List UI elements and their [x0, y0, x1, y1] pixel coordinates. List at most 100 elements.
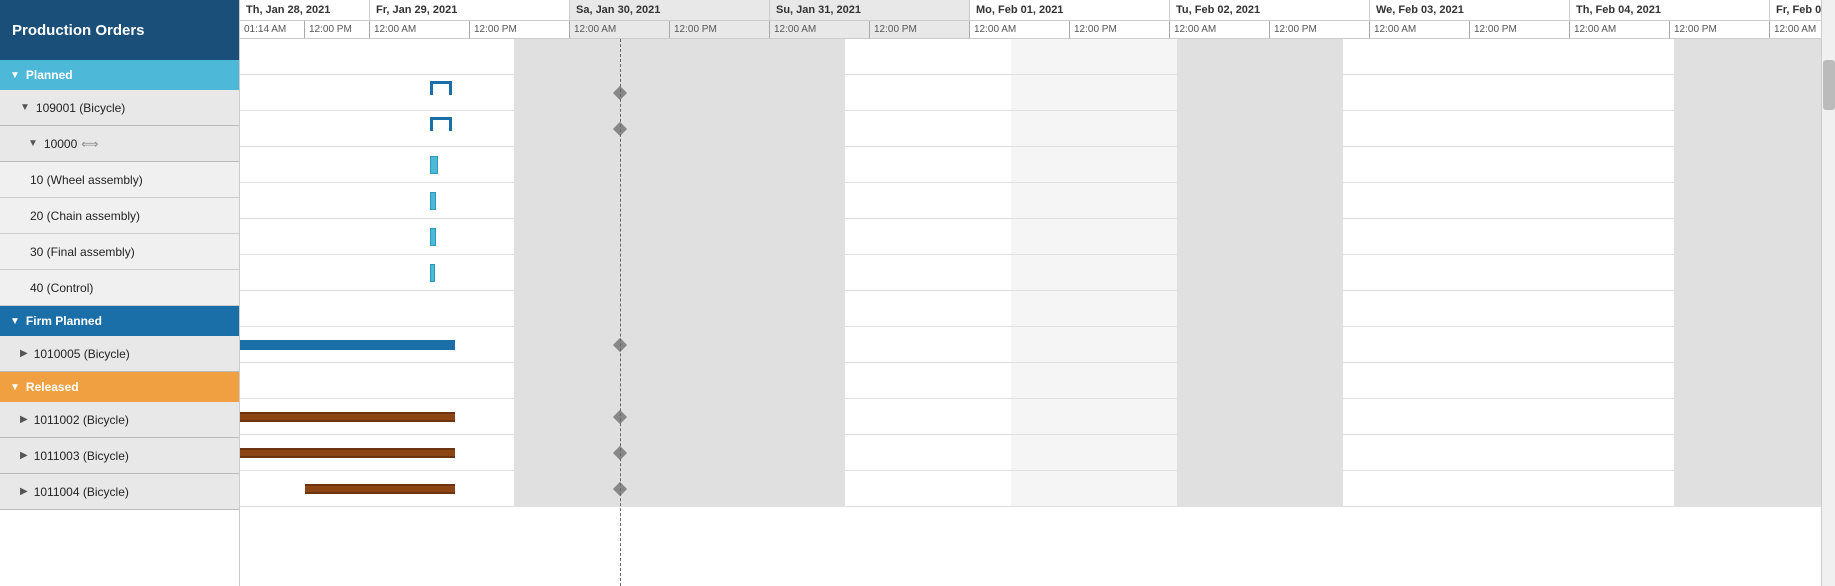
bg-sat2: [1674, 75, 1835, 110]
order-label-op10: 10 (Wheel assembly): [30, 173, 143, 187]
order-label-10000: 10000: [44, 137, 77, 151]
bg-sun-op30: [679, 219, 845, 254]
bg-tue: [1011, 75, 1177, 110]
page-title: Production Orders: [0, 0, 239, 60]
bg-wed-op40: [1177, 255, 1343, 290]
bar-1011004: [305, 484, 455, 494]
gantt-inner: Th, Jan 28, 2021 Fr, Jan 29, 2021 Sa, Ja…: [240, 0, 1835, 586]
time-cell-sun-12pm: 12:00 PM: [870, 21, 970, 38]
order-row-op40[interactable]: 40 (Control): [0, 270, 239, 306]
bg-tue-work: [1011, 39, 1177, 74]
time-cell-sat-12am: 12:00 AM: [570, 21, 670, 38]
bg-sun-10000: [679, 111, 845, 146]
bg-thu-op40: [240, 255, 348, 290]
time-cell-tue-12pm: 12:00 PM: [1270, 21, 1370, 38]
bg-thu-op10: [240, 147, 348, 182]
gantt-panel[interactable]: Th, Jan 28, 2021 Fr, Jan 29, 2021 Sa, Ja…: [240, 0, 1835, 586]
time-label-mon-12am: 12:00 AM: [974, 24, 1016, 35]
time-cell-tue-12am: 12:00 AM: [1170, 21, 1270, 38]
group-header-planned[interactable]: ▼ Planned: [0, 60, 239, 90]
bg-sat-op10: [514, 147, 680, 182]
time-label-tue-12am: 12:00 AM: [1174, 24, 1216, 35]
bg-sat-op20: [514, 183, 680, 218]
expand-icon-1010005: ▶: [20, 348, 28, 359]
order-row-10000[interactable]: ▼ 10000 ⟺: [0, 126, 239, 162]
order-label-1011003: 1011003 (Bicycle): [34, 449, 129, 463]
gantt-bg-op30: [240, 219, 1835, 254]
order-row-1011004[interactable]: ▶ 1011004 (Bicycle): [0, 474, 239, 510]
group-header-released[interactable]: ▼ Released: [0, 372, 239, 402]
gantt-bg-10000: [240, 111, 1835, 146]
bg-wed-op30: [1177, 219, 1343, 254]
gantt-bg-op10: [240, 147, 1835, 182]
order-row-op20[interactable]: 20 (Chain assembly): [0, 198, 239, 234]
gantt-row-1010005: [240, 327, 1835, 363]
bg-thu2-10000: [1343, 111, 1509, 146]
order-label-op40: 40 (Control): [30, 281, 93, 295]
time-cell-thu2-12pm: 12:00 PM: [1670, 21, 1770, 38]
order-row-op10[interactable]: 10 (Wheel assembly): [0, 162, 239, 198]
bg-mon: [845, 75, 1011, 110]
bg-sat2-10000: [1674, 111, 1835, 146]
bg-fri2: [1508, 75, 1674, 110]
time-label-tue-12pm: 12:00 PM: [1274, 24, 1317, 35]
expand-icon-1011004: ▶: [20, 486, 28, 497]
vertical-scrollbar[interactable]: [1821, 0, 1835, 586]
time-cell-mon-12pm: 12:00 PM: [1070, 21, 1170, 38]
time-label-fri-12pm: 12:00 PM: [474, 24, 517, 35]
gantt-row-planned-group: [240, 39, 1835, 75]
gantt-row-firm-planned-group: [240, 291, 1835, 327]
date-label-wed-feb03: We, Feb 03, 2021: [1376, 4, 1464, 16]
collapse-icon-firm-planned: ▼: [10, 316, 20, 327]
date-cell-sun-jan31: Su, Jan 31, 2021: [770, 0, 970, 20]
group-header-firm-planned[interactable]: ▼ Firm Planned: [0, 306, 239, 336]
bg-thu2-op30: [1343, 219, 1509, 254]
order-row-1011003[interactable]: ▶ 1011003 (Bicycle): [0, 438, 239, 474]
group-label-released: Released: [26, 380, 79, 394]
order-row-109001[interactable]: ▼ 109001 (Bicycle): [0, 90, 239, 126]
bg-sat2-weekend: [1674, 39, 1835, 74]
gantt-header: Th, Jan 28, 2021 Fr, Jan 29, 2021 Sa, Ja…: [240, 0, 1835, 39]
bg-tue-op20: [1011, 183, 1177, 218]
gantt-body[interactable]: [240, 39, 1835, 586]
bar-op20: [430, 192, 436, 210]
bg-sat2-op10: [1674, 147, 1835, 182]
gantt-bg-planned: [240, 39, 1835, 74]
gantt-row-op10: [240, 147, 1835, 183]
bg-thu2-work: [1343, 39, 1509, 74]
group-label-planned: Planned: [26, 68, 73, 82]
bg-fri2-op30: [1508, 219, 1674, 254]
bg-tue-op10: [1011, 147, 1177, 182]
time-label-sat-12am: 12:00 AM: [574, 24, 616, 35]
gantt-dates-row: Th, Jan 28, 2021 Fr, Jan 29, 2021 Sa, Ja…: [240, 0, 1835, 21]
order-label-op30: 30 (Final assembly): [30, 245, 135, 259]
bg-thu2-op20: [1343, 183, 1509, 218]
order-label-1010005: 1010005 (Bicycle): [34, 347, 130, 361]
date-label-fri-jan29: Fr, Jan 29, 2021: [376, 4, 457, 16]
gantt-bg-1011002: [240, 399, 1835, 434]
main-container: Production Orders ▼ Planned ▼ 109001 (Bi…: [0, 0, 1835, 586]
scrollbar-thumb[interactable]: [1823, 60, 1835, 110]
expand-icon-1011002: ▶: [20, 414, 28, 425]
bg-sun-op10: [679, 147, 845, 182]
order-row-1010005[interactable]: ▶ 1010005 (Bicycle): [0, 336, 239, 372]
time-cell-mon-12am: 12:00 AM: [970, 21, 1070, 38]
time-cell-thu-12pm: 12:00 PM: [305, 21, 370, 38]
bg-mon-op40: [845, 255, 1011, 290]
bg-sat-weekend: [514, 39, 680, 74]
expand-icon-1011003: ▶: [20, 450, 28, 461]
gantt-bg-op20: [240, 183, 1835, 218]
order-row-op30[interactable]: 30 (Final assembly): [0, 234, 239, 270]
gantt-row-1011004: [240, 471, 1835, 507]
gantt-row-op20: [240, 183, 1835, 219]
resize-handle[interactable]: ⟺: [81, 137, 98, 151]
bg-mon-op30: [845, 219, 1011, 254]
order-row-1011002[interactable]: ▶ 1011002 (Bicycle): [0, 402, 239, 438]
bg-mon-op10: [845, 147, 1011, 182]
time-cell-wed-12pm: 12:00 PM: [1470, 21, 1570, 38]
time-label-wed-12am: 12:00 AM: [1374, 24, 1416, 35]
bg-sat: [514, 75, 680, 110]
bg-tue-10000: [1011, 111, 1177, 146]
bracket-109001: [430, 81, 452, 95]
bg-wed-op20: [1177, 183, 1343, 218]
